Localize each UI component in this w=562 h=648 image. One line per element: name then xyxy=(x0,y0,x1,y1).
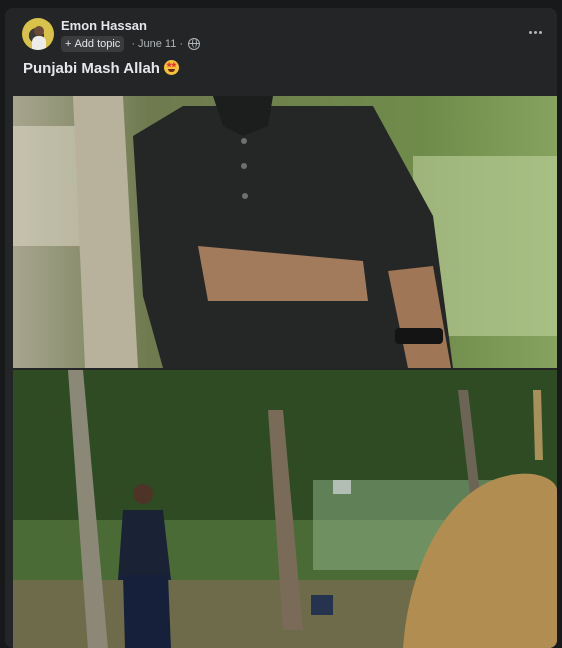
meta-separator: · xyxy=(179,38,183,50)
add-topic-label: Add topic xyxy=(74,38,121,50)
caption-text: Punjabi Mash Allah xyxy=(23,60,160,77)
photo-closeup-image xyxy=(13,96,557,368)
avatar-shirt xyxy=(32,36,46,50)
add-topic-button[interactable]: + Add topic xyxy=(61,36,125,52)
plus-icon: + xyxy=(65,38,72,50)
post-caption: Punjabi Mash Allah xyxy=(23,60,179,77)
globe-icon[interactable] xyxy=(187,38,200,50)
post-meta: + Add topic · June 11 · xyxy=(61,36,200,52)
meta-separator: · xyxy=(131,38,135,50)
post-date[interactable]: June 11 xyxy=(138,38,176,50)
post-header: Emon Hassan + Add topic · June 11 · xyxy=(5,8,557,58)
post-photo-closeup[interactable] xyxy=(13,96,557,368)
author-name[interactable]: Emon Hassan xyxy=(61,18,147,33)
avatar-head xyxy=(34,26,44,36)
post-photo-garden[interactable] xyxy=(13,370,557,648)
more-horizontal-icon[interactable] xyxy=(527,24,543,40)
photo-garden-image xyxy=(13,370,557,648)
post-card: Emon Hassan + Add topic · June 11 · Punj… xyxy=(5,8,557,648)
author-avatar[interactable] xyxy=(22,18,54,50)
star-struck-emoji-icon xyxy=(163,60,179,75)
